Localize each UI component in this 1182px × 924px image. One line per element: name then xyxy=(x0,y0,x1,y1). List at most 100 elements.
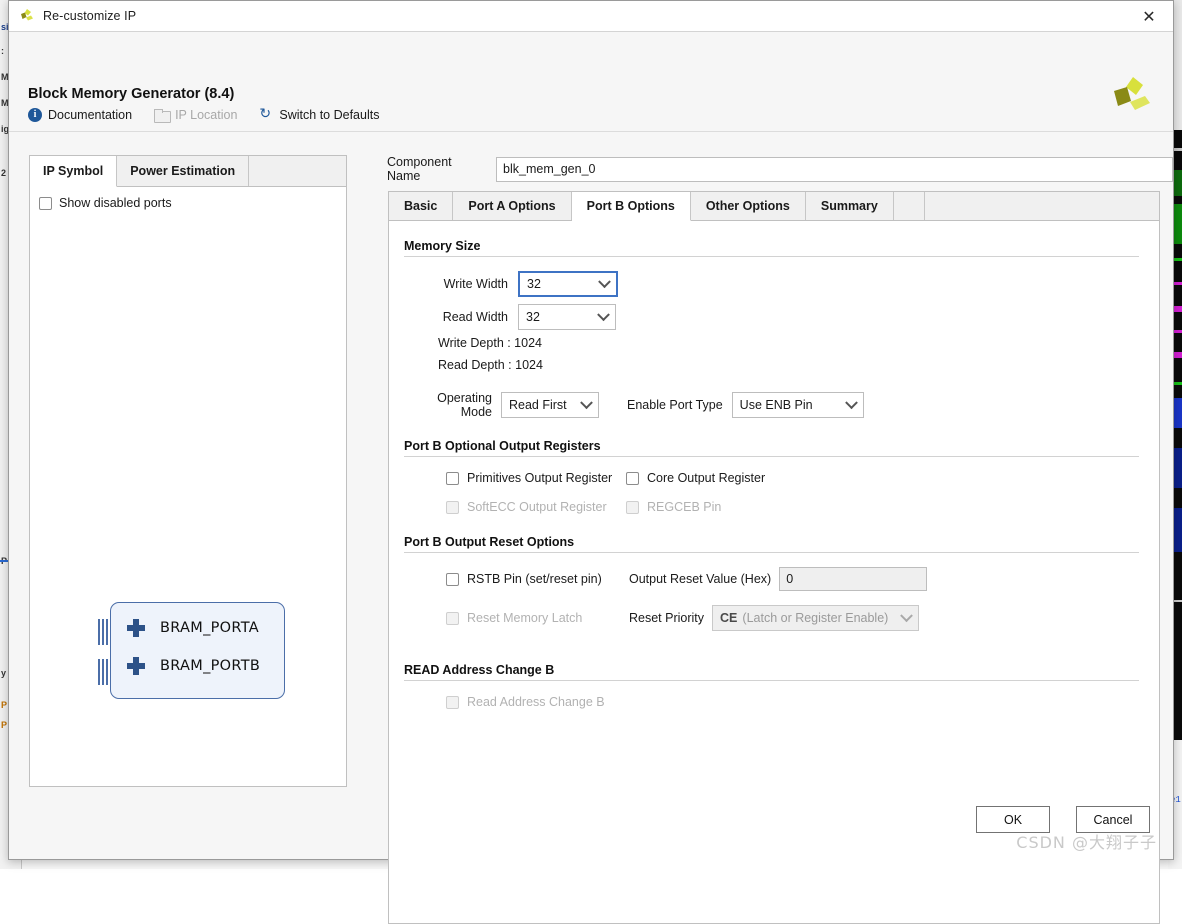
core-output-register-checkbox[interactable] xyxy=(626,472,639,485)
chevron-down-icon xyxy=(580,396,593,409)
bg-left-label: P xyxy=(1,720,7,730)
read-depth-text: Read Depth : 1024 xyxy=(438,358,1139,372)
switch-to-defaults-link[interactable]: ↻ Switch to Defaults xyxy=(259,108,379,122)
operating-mode-value: Read First xyxy=(509,398,567,412)
close-icon[interactable]: ✕ xyxy=(1125,1,1173,31)
component-name-label: Component Name xyxy=(387,155,486,183)
show-disabled-ports-checkbox[interactable] xyxy=(39,197,52,210)
tab-basic[interactable]: Basic xyxy=(389,192,453,220)
tab-port-a-options-label: Port A Options xyxy=(468,199,555,213)
rstb-pin-label: RSTB Pin (set/reset pin) xyxy=(467,572,602,586)
core-output-register-label: Core Output Register xyxy=(647,471,765,485)
show-disabled-ports-row[interactable]: Show disabled ports xyxy=(30,187,346,210)
left-panel-tabstrip: IP Symbol Power Estimation xyxy=(30,156,346,187)
recustomize-ip-dialog: Re-customize IP ✕ Block Memory Generator… xyxy=(8,0,1174,860)
reset-priority-value-detail: (Latch or Register Enable) xyxy=(742,611,888,625)
port-a-pins-icon xyxy=(98,619,110,645)
documentation-link[interactable]: i Documentation xyxy=(28,108,132,122)
write-width-label: Write Width xyxy=(404,277,508,291)
reset-priority-label: Reset Priority xyxy=(629,611,704,625)
primitives-output-register-checkbox[interactable] xyxy=(446,472,459,485)
dialog-titlebar: Re-customize IP ✕ xyxy=(9,1,1173,32)
softecc-output-register-label: SoftECC Output Register xyxy=(467,500,607,514)
write-width-value: 32 xyxy=(527,277,541,291)
chevron-down-icon xyxy=(900,609,913,622)
tab-ip-symbol-label: IP Symbol xyxy=(43,164,103,178)
enable-port-type-label: Enable Port Type xyxy=(627,398,723,412)
options-tabstrip: Basic Port A Options Port B Options Othe… xyxy=(389,192,1159,221)
tab-port-a-options[interactable]: Port A Options xyxy=(453,192,571,220)
show-disabled-ports-label: Show disabled ports xyxy=(59,196,172,210)
dialog-title: Re-customize IP xyxy=(43,9,136,23)
reset-memory-latch-checkbox xyxy=(446,612,459,625)
bg-left-label: y xyxy=(1,668,6,678)
bram-symbol-block: BRAM_PORTA BRAM_PORTB xyxy=(110,602,285,699)
output-reset-options-heading: Port B Output Reset Options xyxy=(404,535,1139,549)
info-icon: i xyxy=(28,108,42,122)
regceb-pin-label: REGCEB Pin xyxy=(647,500,721,514)
header-linkbar: i Documentation IP Location ↻ Switch to … xyxy=(28,108,379,122)
page-title: Block Memory Generator (8.4) xyxy=(28,86,234,102)
operating-mode-dropdown[interactable]: Read First xyxy=(501,392,599,418)
bg-left-label: 2 xyxy=(1,168,6,178)
enable-port-type-dropdown[interactable]: Use ENB Pin xyxy=(732,392,864,418)
reset-memory-latch-row: Reset Memory Latch xyxy=(446,611,629,625)
operating-mode-label: Operating Mode xyxy=(404,391,492,419)
ip-location-link[interactable]: IP Location xyxy=(154,108,237,122)
reset-row-2: Reset Memory Latch Reset Priority CE (La… xyxy=(446,605,1139,631)
chevron-down-icon xyxy=(597,308,610,321)
tab-power-estimation[interactable]: Power Estimation xyxy=(117,156,249,186)
bram-portb-label: BRAM_PORTB xyxy=(160,658,260,674)
ip-symbol-stage: BRAM_PORTA BRAM_PORTB xyxy=(30,216,346,786)
read-address-change-checkbox xyxy=(446,696,459,709)
read-address-change-label: Read Address Change B xyxy=(467,695,605,709)
ip-symbol-panel: IP Symbol Power Estimation Show disabled… xyxy=(29,155,347,787)
plus-icon[interactable] xyxy=(127,657,145,675)
read-width-dropdown[interactable]: 32 xyxy=(518,304,616,330)
bram-porta-row[interactable]: BRAM_PORTA xyxy=(127,619,259,637)
component-name-row: Component Name blk_mem_gen_0 xyxy=(387,155,1173,183)
plus-icon[interactable] xyxy=(127,619,145,637)
chevron-down-icon xyxy=(845,396,858,409)
port-b-pins-icon xyxy=(98,659,110,685)
xilinx-brand-logo-icon xyxy=(1111,75,1153,117)
switch-to-defaults-link-label: Switch to Defaults xyxy=(279,108,379,122)
bram-portb-row[interactable]: BRAM_PORTB xyxy=(127,657,260,675)
regceb-pin-row: REGCEB Pin xyxy=(626,500,721,514)
tab-other-options[interactable]: Other Options xyxy=(691,192,806,220)
rstb-pin-checkbox[interactable] xyxy=(446,573,459,586)
memory-size-divider xyxy=(404,256,1139,257)
chevron-down-icon xyxy=(598,275,611,288)
tab-summary-label: Summary xyxy=(821,199,878,213)
memory-size-heading: Memory Size xyxy=(404,239,1139,253)
tabstrip-filler xyxy=(249,156,346,186)
reset-priority-value: CE xyxy=(720,611,737,625)
output-reset-options-divider xyxy=(404,552,1139,553)
tab-basic-label: Basic xyxy=(404,199,437,213)
reset-priority-dropdown: CE (Latch or Register Enable) xyxy=(712,605,919,631)
optional-output-registers-heading: Port B Optional Output Registers xyxy=(404,439,1139,453)
write-width-dropdown[interactable]: 32 xyxy=(518,271,618,297)
options-tabstrip-filler xyxy=(894,192,925,220)
read-width-label: Read Width xyxy=(404,310,508,324)
rstb-pin-row[interactable]: RSTB Pin (set/reset pin) xyxy=(446,572,629,586)
component-name-input[interactable]: blk_mem_gen_0 xyxy=(496,157,1173,182)
regceb-pin-checkbox xyxy=(626,501,639,514)
primitives-output-register-row[interactable]: Primitives Output Register xyxy=(446,471,626,485)
tab-other-options-label: Other Options xyxy=(706,199,790,213)
write-depth-text: Write Depth : 1024 xyxy=(438,336,1139,350)
tab-power-estimation-label: Power Estimation xyxy=(130,164,235,178)
bg-left-label: : xyxy=(1,46,4,56)
tab-port-b-options[interactable]: Port B Options xyxy=(572,192,691,221)
read-width-row: Read Width 32 xyxy=(404,304,1139,330)
tab-summary[interactable]: Summary xyxy=(806,192,894,220)
core-output-register-row[interactable]: Core Output Register xyxy=(626,471,765,485)
read-address-change-heading: READ Address Change B xyxy=(404,663,1139,677)
refresh-icon: ↻ xyxy=(259,108,273,122)
dialog-footer: OK Cancel CSDN @大翔子子 xyxy=(9,793,1173,859)
output-reset-value-input[interactable]: 0 xyxy=(779,567,927,591)
folder-icon xyxy=(154,109,169,121)
watermark-text: CSDN @大翔子子 xyxy=(1016,829,1157,853)
read-address-change-divider xyxy=(404,680,1139,681)
tab-ip-symbol[interactable]: IP Symbol xyxy=(30,156,117,187)
